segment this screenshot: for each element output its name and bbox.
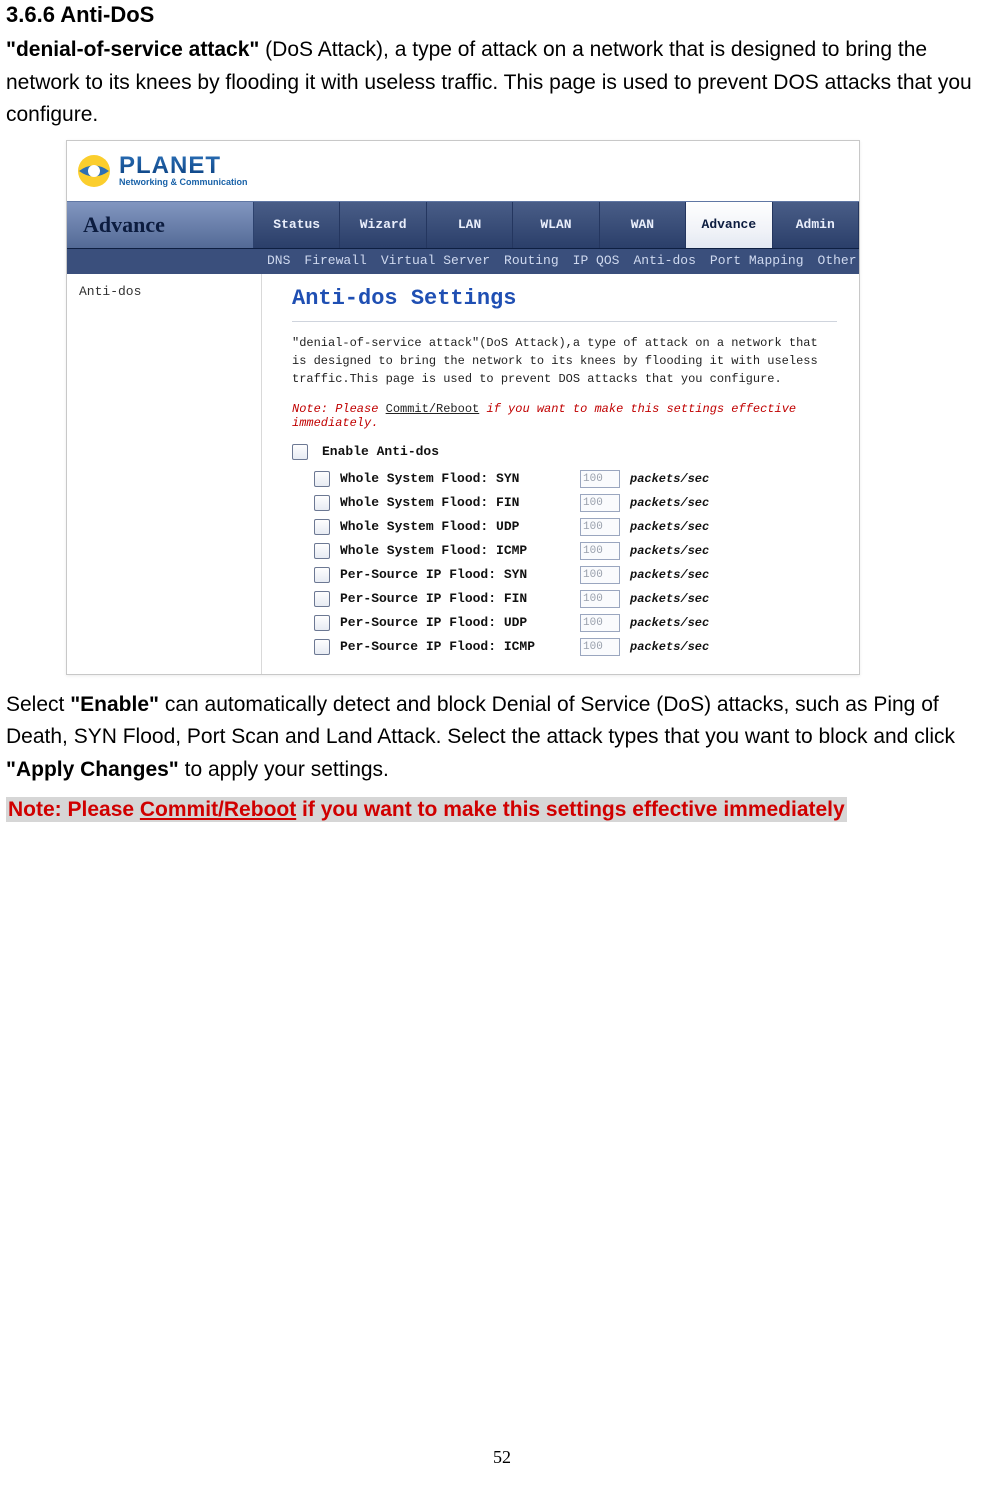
note-paragraph: Note: Please Commit/Reboot if you want t…: [6, 794, 998, 827]
option-row: Whole System Flood: UDP packets/sec: [314, 518, 837, 536]
option-value-input[interactable]: [580, 614, 620, 632]
note-a: Note: Please: [8, 798, 140, 821]
logo-row: PLANET Networking & Communication: [67, 141, 859, 195]
tab-advance[interactable]: Advance: [686, 202, 772, 248]
option-unit: packets/sec: [630, 472, 709, 486]
option-row: Per-Source IP Flood: UDP packets/sec: [314, 614, 837, 632]
subnav-routing[interactable]: Routing: [504, 253, 559, 268]
subnav-antidos[interactable]: Anti-dos: [633, 253, 695, 268]
tab-wan[interactable]: WAN: [600, 202, 686, 248]
settings-panel: Anti-dos Settings "denial-of-service att…: [262, 274, 859, 674]
option-row: Whole System Flood: ICMP packets/sec: [314, 542, 837, 560]
panel-description: "denial-of-service attack"(DoS Attack),a…: [292, 334, 822, 388]
intro-paragraph: "denial-of-service attack" (DoS Attack),…: [6, 34, 998, 132]
option-unit: packets/sec: [630, 592, 709, 606]
divider: [292, 321, 837, 322]
option-value-input[interactable]: [580, 638, 620, 656]
option-unit: packets/sec: [630, 568, 709, 582]
option-row: Per-Source IP Flood: SYN packets/sec: [314, 566, 837, 584]
tab-status[interactable]: Status: [254, 202, 340, 248]
option-checkbox[interactable]: [314, 615, 330, 631]
subnav-other[interactable]: Other: [818, 253, 857, 268]
panel-note-a: Note: Please: [292, 402, 386, 416]
option-label: Whole System Flood: SYN: [340, 471, 570, 486]
option-checkbox[interactable]: [314, 543, 330, 559]
option-value-input[interactable]: [580, 494, 620, 512]
subnav-ipqos[interactable]: IP QOS: [573, 253, 620, 268]
option-row: Per-Source IP Flood: FIN packets/sec: [314, 590, 837, 608]
brand-subtitle: Networking & Communication: [119, 178, 248, 187]
after-1a: Select: [6, 693, 70, 716]
option-value-input[interactable]: [580, 566, 620, 584]
option-unit: packets/sec: [630, 520, 709, 534]
instruction-paragraph: Select "Enable" can automatically detect…: [6, 689, 998, 787]
option-label: Per-Source IP Flood: UDP: [340, 615, 570, 630]
option-value-input[interactable]: [580, 470, 620, 488]
after-1d: "Apply Changes": [6, 758, 179, 781]
nav-tabs: Status Wizard LAN WLAN WAN Advance Admin: [254, 202, 859, 248]
option-checkbox[interactable]: [314, 471, 330, 487]
after-1e: to apply your settings.: [179, 758, 389, 781]
enable-row: Enable Anti-dos: [292, 444, 837, 460]
option-checkbox[interactable]: [314, 639, 330, 655]
panel-note: Note: Please Commit/Reboot if you want t…: [292, 402, 837, 430]
page-number: 52: [6, 1447, 998, 1492]
bottom-note: Note: Please Commit/Reboot if you want t…: [6, 797, 847, 822]
section-heading: 3.6.6 Anti-DoS: [6, 2, 998, 28]
option-unit: packets/sec: [630, 496, 709, 510]
option-unit: packets/sec: [630, 544, 709, 558]
subnav-portmap[interactable]: Port Mapping: [710, 253, 804, 268]
sidebar-item-antidos[interactable]: Anti-dos: [79, 284, 141, 299]
nav-section-label: Advance: [67, 202, 254, 248]
subnav-firewall[interactable]: Firewall: [304, 253, 366, 268]
option-label: Whole System Flood: FIN: [340, 495, 570, 510]
router-ui-screenshot: PLANET Networking & Communication Advanc…: [66, 140, 860, 675]
option-checkbox[interactable]: [314, 591, 330, 607]
option-value-input[interactable]: [580, 542, 620, 560]
brand-name: PLANET: [119, 154, 248, 178]
intro-bold: "denial-of-service attack": [6, 38, 259, 61]
option-label: Whole System Flood: ICMP: [340, 543, 570, 558]
enable-label: Enable Anti-dos: [322, 444, 439, 459]
panel-title: Anti-dos Settings: [292, 286, 837, 311]
main-nav: Advance Status Wizard LAN WLAN WAN Advan…: [67, 201, 859, 249]
option-label: Per-Source IP Flood: ICMP: [340, 639, 570, 654]
content-row: Anti-dos Anti-dos Settings "denial-of-se…: [67, 274, 859, 674]
option-row: Whole System Flood: FIN packets/sec: [314, 494, 837, 512]
option-row: Per-Source IP Flood: ICMP packets/sec: [314, 638, 837, 656]
subnav-dns[interactable]: DNS: [267, 253, 290, 268]
tab-wlan[interactable]: WLAN: [513, 202, 599, 248]
tab-wizard[interactable]: Wizard: [340, 202, 426, 248]
option-value-input[interactable]: [580, 518, 620, 536]
enable-checkbox[interactable]: [292, 444, 308, 460]
option-checkbox[interactable]: [314, 495, 330, 511]
sidebar: Anti-dos: [67, 274, 262, 674]
option-checkbox[interactable]: [314, 567, 330, 583]
option-value-input[interactable]: [580, 590, 620, 608]
option-list: Whole System Flood: SYNpackets/secWhole …: [292, 470, 837, 656]
tab-admin[interactable]: Admin: [773, 202, 859, 248]
option-checkbox[interactable]: [314, 519, 330, 535]
option-label: Per-Source IP Flood: FIN: [340, 591, 570, 606]
after-1b: "Enable": [70, 693, 159, 716]
panel-note-link[interactable]: Commit/Reboot: [386, 402, 480, 416]
option-unit: packets/sec: [630, 616, 709, 630]
note-c: if you want to make this settings effect…: [296, 798, 844, 821]
sub-nav: DNS Firewall Virtual Server Routing IP Q…: [67, 249, 859, 274]
option-unit: packets/sec: [630, 640, 709, 654]
option-row: Whole System Flood: SYN packets/sec: [314, 470, 837, 488]
subnav-vserver[interactable]: Virtual Server: [381, 253, 490, 268]
tab-lan[interactable]: LAN: [427, 202, 513, 248]
planet-logo-icon: [77, 154, 111, 188]
option-label: Per-Source IP Flood: SYN: [340, 567, 570, 582]
option-label: Whole System Flood: UDP: [340, 519, 570, 534]
note-b: Commit/Reboot: [140, 798, 296, 821]
